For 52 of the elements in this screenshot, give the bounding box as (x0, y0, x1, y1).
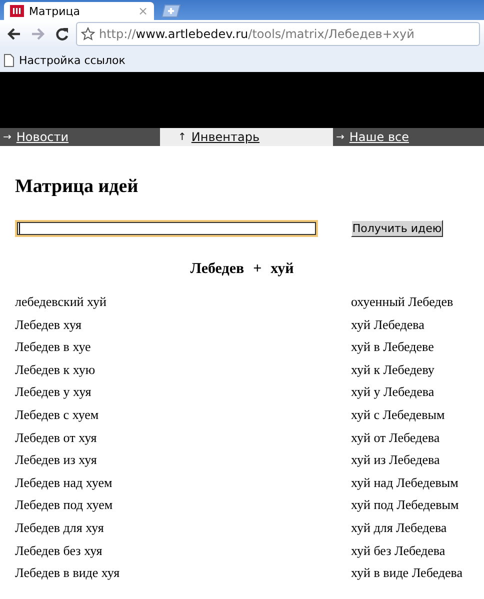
address-bar[interactable]: http://www.artlebedev.ru/tools/matrix/Лебедев+хуй (76, 22, 480, 46)
nav-tab[interactable]: ↑ Инвентарь (160, 128, 333, 146)
idea-phrase: хуй в Лебедеве (351, 339, 435, 356)
idea-phrase: хуй над Лебедевым (351, 474, 460, 491)
pair-word: хуй (270, 261, 294, 278)
bookmark-item[interactable]: Настройка ссылок (4, 54, 126, 66)
idea-input-field[interactable] (15, 220, 318, 237)
arrow-glyph: → (3, 132, 12, 142)
idea-phrase: Лебедев в хуе (15, 339, 92, 356)
idea-phrase: хуй под Лебедевым (351, 497, 460, 514)
new-tab-icon[interactable] (160, 4, 182, 18)
idea-phrase: Лебедев без хуя (15, 542, 104, 559)
pair-word: Лебедев (190, 261, 244, 278)
idea-phrase: хуй от Лебедева (351, 430, 441, 446)
nav-tab[interactable]: → Новости (0, 128, 160, 146)
idea-phrase: хуй к Лебедеву (351, 362, 436, 378)
plus-sign: + (253, 261, 262, 278)
arrow-glyph: ↑ (178, 132, 186, 142)
idea-phrase: хуй Лебедева (351, 316, 426, 333)
idea-phrase: хуй с Лебедевым (351, 406, 446, 423)
reload-icon[interactable] (55, 27, 69, 41)
idea-phrase: Лебедев к хую (15, 362, 96, 378)
nav-link[interactable]: Новости (16, 130, 69, 144)
idea-phrase: хуй из Лебедева (351, 452, 441, 468)
idea-phrase: Лебедев от хуя (15, 430, 98, 446)
nav-link[interactable]: Наше все (349, 130, 409, 144)
get-idea-button[interactable]: Получить идею (351, 220, 443, 237)
page-icon (4, 54, 14, 66)
page-title: Матрица идей (15, 176, 140, 198)
browser-tab[interactable]: Матрица × (4, 2, 154, 20)
idea-phrase: Лебедев у хуя (15, 384, 92, 400)
idea-phrase: Лебедев из хуя (15, 452, 98, 468)
idea-phrase: Лебедев над хуем (15, 474, 114, 491)
nav-tab[interactable]: → Наше все (333, 128, 484, 146)
url-text: http://www.artlebedev.ru/tools/matrix/Лебедев+хуй (99, 27, 414, 41)
idea-phrase: Лебедев в виде хуя (15, 565, 121, 582)
idea-phrase: хуй у Лебедева (351, 384, 436, 400)
idea-phrase: хуй без Лебедева (351, 542, 446, 559)
idea-phrase: Лебедев с хуем (15, 406, 100, 423)
idea-phrase: охуенный Лебедев (351, 294, 454, 310)
back-icon[interactable] (7, 28, 21, 40)
nav-link[interactable]: Инвентарь (191, 130, 260, 144)
site-logo-icon (10, 5, 24, 17)
idea-phrase: Лебедев под хуем (15, 497, 114, 514)
idea-phrase: Лебедев хуя (15, 316, 82, 333)
star-icon[interactable] (81, 27, 95, 41)
idea-phrase: хуй для Лебедева (351, 520, 448, 536)
idea-phrase: Лебедев для хуя (15, 520, 105, 536)
tab-title: Матрица (29, 4, 81, 18)
idea-phrase: лебедевский хуй (15, 294, 108, 310)
arrow-glyph: → (336, 132, 344, 142)
idea-phrase: хуй в виде Лебедева (351, 565, 464, 582)
